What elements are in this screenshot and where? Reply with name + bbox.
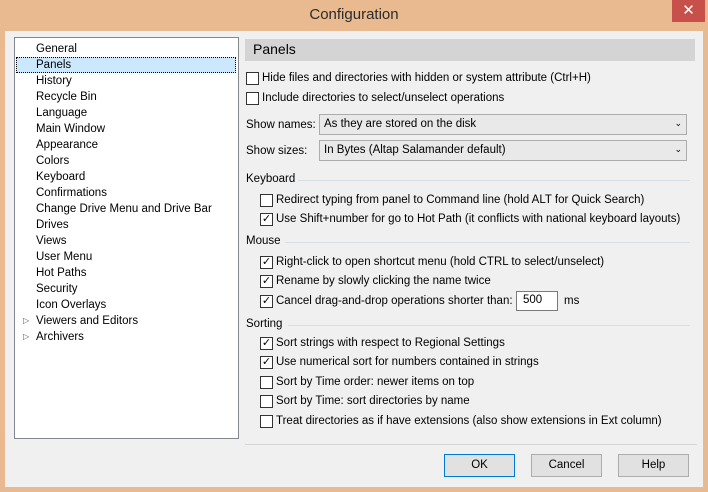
tree-item-label: Colors (36, 155, 70, 167)
tree-item-viewers-and-editors[interactable]: ▷ Viewers and Editors (15, 313, 238, 329)
checkbox-box (246, 92, 259, 105)
tree-item-label: Confirmations (36, 187, 107, 199)
checkbox-box: ✓ (260, 356, 273, 369)
show-sizes-dropdown[interactable]: In Bytes (Altap Salamander default) ⌄ (319, 140, 687, 161)
window-title: Configuration (309, 6, 399, 23)
mouse-group-title: Mouse (246, 235, 281, 247)
tree-item-label: Recycle Bin (36, 91, 97, 103)
tree-item-hot-paths[interactable]: Hot Paths (15, 265, 238, 281)
tree-item-label: Icon Overlays (36, 299, 107, 311)
checkbox-label: Sort by Time order: newer items on top (276, 376, 475, 388)
show-sizes-value: In Bytes (Altap Salamander default) (324, 144, 506, 156)
checkbox-box: ✓ (260, 295, 273, 308)
title-bar[interactable]: Configuration ✕ (0, 0, 708, 31)
button-separator (245, 444, 697, 445)
tree-item-icon-overlays[interactable]: Icon Overlays (15, 297, 238, 313)
tree-item-label: Hot Paths (36, 267, 87, 279)
checkbox-box: ✓ (260, 337, 273, 350)
tree-item-label: Viewers and Editors (36, 315, 139, 327)
tree-item-drives[interactable]: Drives (15, 217, 238, 233)
show-names-value: As they are stored on the disk (324, 118, 477, 130)
tree-item-appearance[interactable]: Appearance (15, 137, 238, 153)
checkbox-label: Treat directories as if have extensions … (276, 415, 662, 427)
help-button[interactable]: Help (618, 454, 689, 477)
tree-item-general[interactable]: General (15, 41, 238, 57)
tree-item-label: Security (36, 283, 78, 295)
checkbox-box (260, 395, 273, 408)
tree-item-label: Appearance (36, 139, 99, 151)
ok-button[interactable]: OK (444, 454, 515, 477)
checkbox-label: Right-click to open shortcut menu (hold … (276, 256, 605, 268)
group-divider (285, 242, 690, 243)
chevron-down-icon: ⌄ (674, 118, 682, 128)
chevron-down-icon: ⌄ (674, 144, 682, 154)
configuration-window: Configuration ✕ General Panels History Recy… (0, 0, 708, 492)
tree-item-label: Change Drive Menu and Drive Bar (36, 203, 212, 215)
checkbox-box (260, 194, 273, 207)
drag-threshold-unit: ms (564, 295, 580, 307)
tree-item-security[interactable]: Security (15, 281, 238, 297)
checkbox-label: Rename by slowly clicking the name twice (276, 275, 491, 287)
group-divider (298, 180, 690, 181)
show-names-label: Show names: (246, 119, 316, 131)
tree-item-label: General (36, 43, 77, 55)
checkbox-box (246, 72, 259, 85)
checkbox-label: Use Shift+number for go to Hot Path (it … (276, 213, 681, 225)
tree-item-archivers[interactable]: ▷ Archivers (15, 329, 238, 345)
tree-item-label: Main Window (36, 123, 106, 135)
tree-item-label: Panels (16, 57, 236, 73)
checkbox-label: Include directories to select/unselect o… (262, 92, 505, 104)
tree-item-keyboard[interactable]: Keyboard (15, 169, 238, 185)
tree-item-label: History (36, 75, 72, 87)
tree-item-label: Archivers (36, 331, 84, 343)
keyboard-group-title: Keyboard (246, 173, 296, 185)
tree-item-label: User Menu (36, 251, 93, 263)
expand-arrow-icon[interactable]: ▷ (23, 329, 29, 345)
section-title: Panels (253, 41, 296, 57)
checkbox-label: Redirect typing from panel to Command li… (276, 194, 645, 206)
checkbox-label: Use numerical sort for numbers contained… (276, 356, 539, 368)
checkbox-label: Sort by Time: sort directories by name (276, 395, 470, 407)
tree-item-user-menu[interactable]: User Menu (15, 249, 238, 265)
tree-item-confirmations[interactable]: Confirmations (15, 185, 238, 201)
tree-item-label: Language (36, 107, 88, 119)
tree-item-history[interactable]: History (15, 73, 238, 89)
checkbox-box: ✓ (260, 275, 273, 288)
tree-item-main-window[interactable]: Main Window (15, 121, 238, 137)
tree-item-label: Views (36, 235, 67, 247)
show-names-dropdown[interactable]: As they are stored on the disk ⌄ (319, 114, 687, 135)
tree-item-views[interactable]: Views (15, 233, 238, 249)
drag-threshold-value: 500 (523, 294, 543, 306)
tree-item-language[interactable]: Language (15, 105, 238, 121)
expand-arrow-icon[interactable]: ▷ (23, 313, 29, 329)
tree-item-label: Drives (36, 219, 69, 231)
checkbox-label: Sort strings with respect to Regional Se… (276, 337, 505, 349)
checkbox-label: Hide files and directories with hidden o… (262, 72, 591, 84)
dialog-client-area: General Panels History Recycle Bin Language M… (5, 31, 703, 487)
tree-item-colors[interactable]: Colors (15, 153, 238, 169)
checkbox-box: ✓ (260, 256, 273, 269)
checkbox-box (260, 415, 273, 428)
close-button[interactable]: ✕ (672, 0, 705, 22)
tree-item-recycle-bin[interactable]: Recycle Bin (15, 89, 238, 105)
checkbox-box: ✓ (260, 213, 273, 226)
tree-item-panels[interactable]: Panels (15, 57, 238, 73)
drag-threshold-input[interactable]: 500 (516, 291, 558, 311)
sorting-group-title: Sorting (246, 318, 283, 330)
checkbox-label: Cancel drag-and-drop operations shorter … (276, 295, 513, 307)
section-header: Panels (245, 39, 695, 61)
checkbox-box (260, 376, 273, 389)
category-tree[interactable]: General Panels History Recycle Bin Language M… (14, 37, 239, 439)
cancel-button[interactable]: Cancel (531, 454, 602, 477)
show-sizes-label: Show sizes: (246, 145, 308, 157)
tree-item-label: Keyboard (36, 171, 86, 183)
tree-item-change-drive-menu-and-drive-bar[interactable]: Change Drive Menu and Drive Bar (15, 201, 238, 217)
group-divider (288, 325, 690, 326)
